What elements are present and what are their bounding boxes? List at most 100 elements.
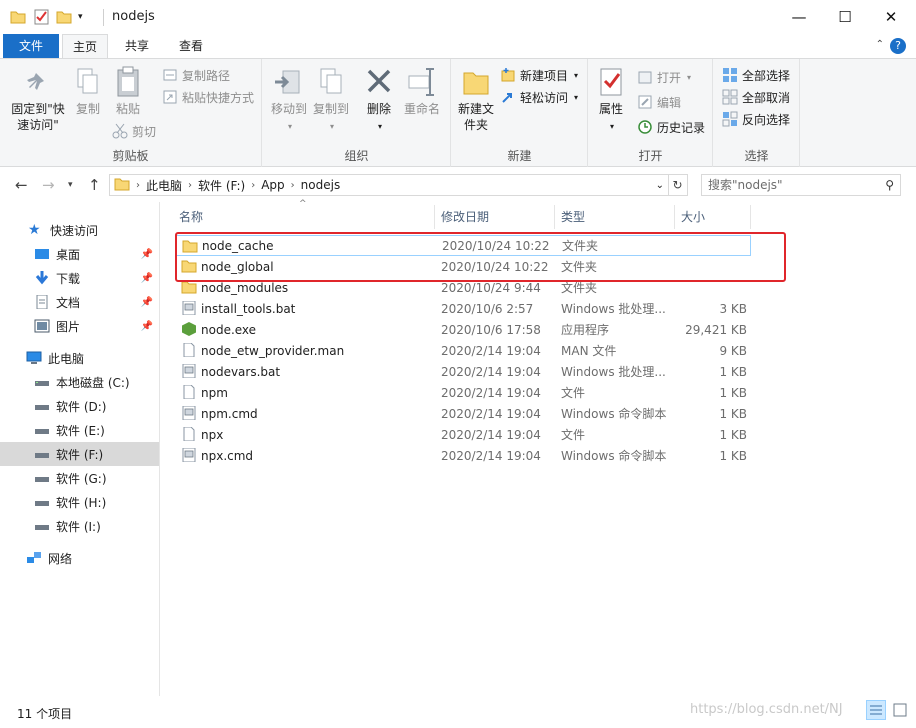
- refresh-icon[interactable]: ↻: [668, 174, 688, 196]
- collapse-ribbon-icon[interactable]: ⌃: [876, 39, 884, 50]
- breadcrumb-app[interactable]: App: [261, 178, 284, 192]
- nav-drive-g[interactable]: 软件 (G:): [0, 466, 159, 490]
- file-type: Windows 命令脚本: [561, 449, 667, 463]
- history-button[interactable]: 历史记录: [637, 117, 705, 137]
- file-name: npx.cmd: [201, 448, 254, 463]
- nav-downloads[interactable]: 下载 📌: [0, 266, 159, 290]
- title-bar: ▾ nodejs — ☐ ✕: [0, 0, 916, 34]
- file-icon: [181, 384, 197, 400]
- breadcrumb-separator-icon[interactable]: ›: [136, 180, 140, 191]
- pin-icon[interactable]: 📌: [141, 273, 153, 284]
- file-name: nodevars.bat: [201, 364, 281, 379]
- breadcrumb-drive-f[interactable]: 软件 (F:): [198, 177, 245, 194]
- minimize-button[interactable]: —: [776, 0, 822, 34]
- file-size: 1 KB: [719, 364, 747, 379]
- open-button[interactable]: 打开 ▾: [637, 67, 691, 87]
- breadcrumb-nodejs[interactable]: nodejs: [301, 178, 341, 192]
- select-all-button[interactable]: 全部选择: [722, 65, 790, 85]
- address-bar[interactable]: › 此电脑 › 软件 (F:) › App › nodejs ⌄: [109, 174, 669, 196]
- node-exe-icon: [181, 322, 197, 336]
- pin-icon[interactable]: 📌: [141, 321, 153, 332]
- select-none-button[interactable]: 全部取消: [722, 87, 790, 107]
- large-icons-view-button[interactable]: [890, 700, 910, 720]
- search-icon[interactable]: ⚲: [885, 175, 894, 195]
- file-icon: [181, 342, 197, 358]
- paste-button[interactable]: 粘贴: [110, 65, 146, 117]
- rename-button[interactable]: 重命名: [401, 65, 443, 117]
- new-folder-button[interactable]: 新建文件夹: [454, 65, 498, 133]
- column-header-type[interactable]: 类型: [555, 205, 675, 229]
- column-header-size[interactable]: 大小: [675, 205, 751, 229]
- nav-drive-h[interactable]: 软件 (H:): [0, 490, 159, 514]
- nav-drive-i[interactable]: 软件 (I:): [0, 514, 159, 538]
- column-header-date[interactable]: 修改日期: [435, 205, 555, 229]
- tab-view[interactable]: 查看: [168, 34, 214, 58]
- help-icon[interactable]: ?: [890, 38, 906, 54]
- delete-button[interactable]: 删除 ▾: [361, 65, 397, 135]
- column-header-name[interactable]: 名称: [173, 205, 435, 229]
- file-row[interactable]: install_tools.bat 2020/10/6 2:57 Windows 批…: [175, 298, 751, 319]
- pin-to-quick-access-button[interactable]: 固定到"快速访问": [6, 65, 70, 133]
- copy-button[interactable]: 复制: [70, 65, 106, 117]
- properties-button[interactable]: 属性 ▾: [591, 65, 631, 135]
- breadcrumb-separator-icon[interactable]: ›: [188, 180, 192, 191]
- ribbon: 固定到"快速访问" 复制 粘贴 复制路径 粘贴快捷方式 剪切 剪贴板 移动到 ▾…: [0, 58, 916, 167]
- nav-documents[interactable]: 文档 📌: [0, 290, 159, 314]
- pin-icon[interactable]: 📌: [141, 297, 153, 308]
- tab-share[interactable]: 共享: [114, 34, 160, 58]
- details-view-button[interactable]: [866, 700, 886, 720]
- new-item-label: 新建项目: [520, 68, 569, 83]
- address-dropdown-icon[interactable]: ⌄: [656, 180, 664, 191]
- copy-path-button[interactable]: 复制路径: [162, 65, 230, 85]
- breadcrumb-this-pc[interactable]: 此电脑: [146, 177, 182, 194]
- nav-quick-access[interactable]: ★ 快速访问: [0, 218, 159, 242]
- nav-drive-f[interactable]: 软件 (F:): [0, 442, 159, 466]
- file-row[interactable]: node_etw_provider.man 2020/2/14 19:04 MAN …: [175, 340, 751, 361]
- tab-file[interactable]: 文件: [3, 34, 59, 58]
- invert-selection-button[interactable]: 反向选择: [722, 109, 790, 129]
- customize-quick-access-dropdown-icon[interactable]: ▾: [78, 8, 83, 26]
- edit-button[interactable]: 编辑: [637, 92, 681, 112]
- recent-locations-chevron-icon[interactable]: ▾: [68, 180, 73, 190]
- back-arrow-icon[interactable]: ←: [15, 176, 28, 194]
- nav-drive-f-label: 软件 (F:): [56, 447, 104, 462]
- move-to-button[interactable]: 移动到 ▾: [269, 65, 309, 135]
- tab-home[interactable]: 主页: [62, 34, 108, 59]
- breadcrumb-separator-icon[interactable]: ›: [251, 180, 255, 191]
- nav-pictures[interactable]: 图片 📌: [0, 314, 159, 338]
- file-date: 2020/10/24 9:44: [441, 280, 541, 295]
- nav-drive-e[interactable]: 软件 (E:): [0, 418, 159, 442]
- new-folder-quick-icon[interactable]: [56, 8, 72, 26]
- up-arrow-icon[interactable]: ↑: [88, 176, 101, 194]
- search-input[interactable]: 搜索"nodejs" ⚲: [701, 174, 901, 196]
- nav-desktop[interactable]: 桌面 📌: [0, 242, 159, 266]
- file-row[interactable]: npm 2020/2/14 19:04 文件 1 KB: [175, 382, 751, 403]
- file-date: 2020/10/6 17:58: [441, 322, 541, 337]
- copy-to-button[interactable]: 复制到 ▾: [311, 65, 351, 135]
- pin-icon[interactable]: 📌: [141, 249, 153, 260]
- documents-icon: [34, 294, 50, 310]
- address-folder-icon: [114, 177, 130, 194]
- select-group: 全部选择 全部取消 反向选择 选择: [714, 59, 800, 167]
- cut-button[interactable]: 剪切: [112, 121, 156, 141]
- maximize-button[interactable]: ☐: [822, 0, 868, 34]
- nav-this-pc[interactable]: 此电脑: [0, 346, 159, 370]
- file-row[interactable]: nodevars.bat 2020/2/14 19:04 Windows 批处理..…: [175, 361, 751, 382]
- file-row[interactable]: npm.cmd 2020/2/14 19:04 Windows 命令脚本 1 KB: [175, 403, 751, 424]
- file-row[interactable]: npx.cmd 2020/2/14 19:04 Windows 命令脚本 1 KB: [175, 445, 751, 466]
- nav-drive-c[interactable]: 本地磁盘 (C:): [0, 370, 159, 394]
- nav-drive-d[interactable]: 软件 (D:): [0, 394, 159, 418]
- file-row[interactable]: node.exe 2020/10/6 17:58 应用程序 29,421 KB: [175, 319, 751, 340]
- nav-network[interactable]: 网络: [0, 546, 159, 570]
- close-button[interactable]: ✕: [868, 0, 914, 34]
- breadcrumb-separator-icon[interactable]: ›: [291, 180, 295, 191]
- file-row[interactable]: npx 2020/2/14 19:04 文件 1 KB: [175, 424, 751, 445]
- forward-arrow-icon[interactable]: →: [42, 176, 55, 194]
- new-item-button[interactable]: 新建项目 ▾: [500, 65, 578, 85]
- properties-check-icon[interactable]: [34, 8, 50, 26]
- open-group-label: 打开: [638, 149, 663, 163]
- paste-shortcut-button[interactable]: 粘贴快捷方式: [162, 87, 254, 107]
- easy-access-button[interactable]: 轻松访问 ▾: [500, 87, 578, 107]
- file-size: 1 KB: [719, 448, 747, 463]
- drive-icon: [34, 375, 50, 389]
